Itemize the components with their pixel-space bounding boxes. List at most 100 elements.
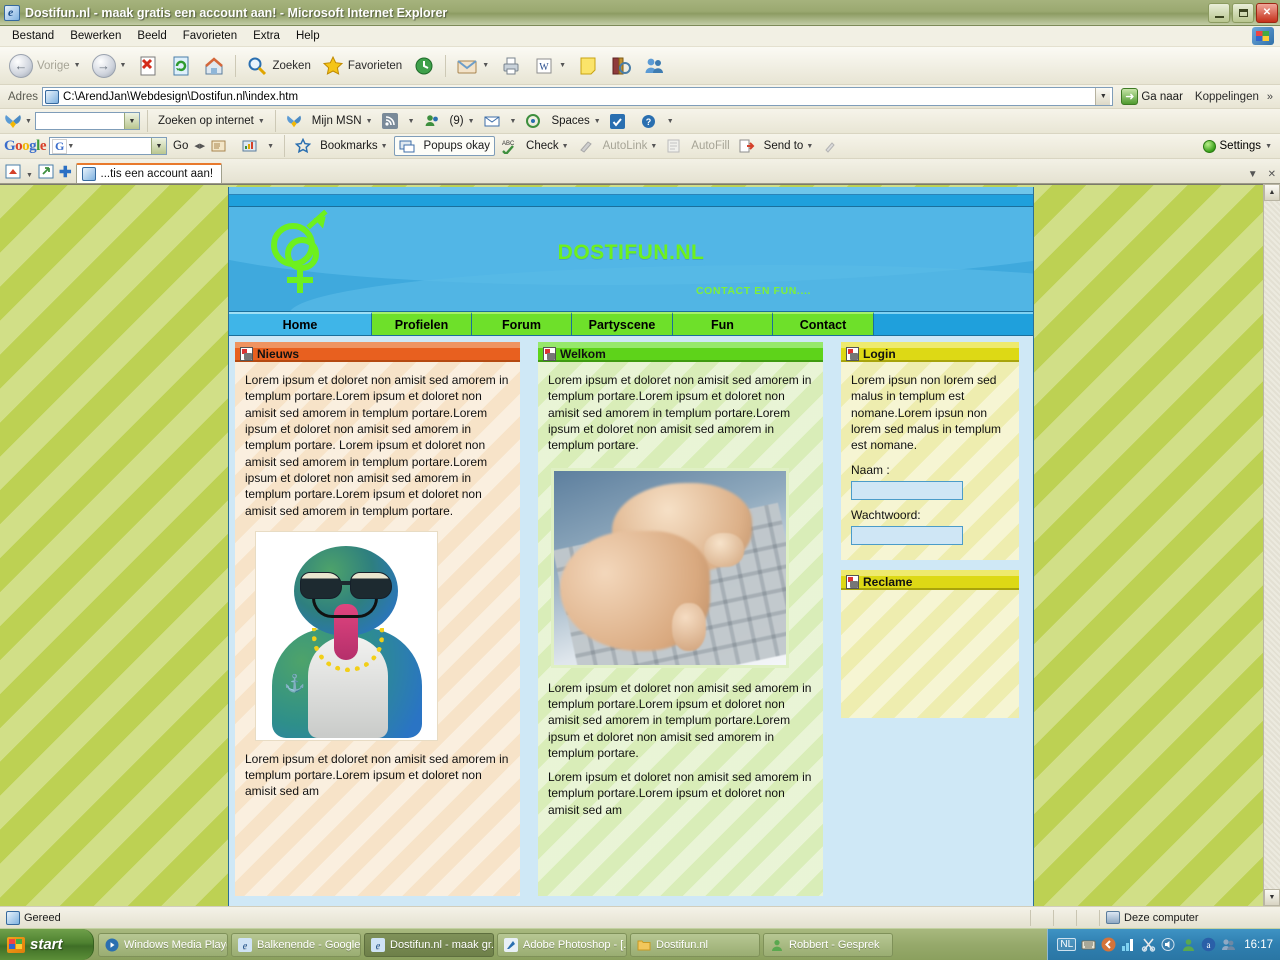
notes-button[interactable] bbox=[572, 52, 604, 80]
tab-close-icon[interactable]: ✕ bbox=[1268, 169, 1276, 180]
mail-button[interactable]: ▼ bbox=[451, 52, 494, 80]
msn-search-input[interactable]: ▼ bbox=[34, 112, 140, 130]
chevron-down-icon[interactable]: ▼ bbox=[667, 118, 674, 125]
links-button[interactable]: Koppelingen bbox=[1191, 91, 1263, 103]
msn-search-dropdown-icon[interactable]: ▼ bbox=[123, 113, 139, 129]
research-button[interactable] bbox=[605, 52, 637, 80]
chevron-down-icon[interactable]: ▼ bbox=[67, 143, 74, 150]
new-tab-button[interactable]: ✚ bbox=[59, 163, 72, 181]
contacts-button[interactable]: (9) ▼ bbox=[421, 111, 478, 131]
chevron-down-icon[interactable]: ▼ bbox=[510, 118, 517, 125]
google-search-input[interactable]: G ▼ ▼ bbox=[49, 137, 168, 155]
nav-item-home[interactable]: Home bbox=[229, 312, 372, 335]
tab-dropdown-icon[interactable]: ▼ bbox=[1248, 169, 1258, 180]
msn-web-search-button[interactable]: Zoeken op internet ▼ bbox=[155, 113, 268, 129]
login-password-input[interactable] bbox=[851, 526, 963, 546]
tab-list-icon[interactable] bbox=[37, 163, 55, 180]
address-input[interactable]: C:\ArendJan\Webdesign\Dostifun.nl\index.… bbox=[42, 87, 1114, 106]
chevron-down-icon[interactable]: ▼ bbox=[468, 118, 475, 125]
menu-item-bewerken[interactable]: Bewerken bbox=[62, 28, 129, 44]
clock[interactable]: 16:17 bbox=[1244, 939, 1273, 951]
network-activity-icon[interactable] bbox=[1121, 937, 1136, 952]
chevron-down-icon[interactable]: ▼ bbox=[1265, 143, 1272, 150]
google-news-button[interactable] bbox=[208, 136, 236, 156]
keyboard-icon[interactable] bbox=[1081, 937, 1096, 952]
chevron-down-icon[interactable]: ▼ bbox=[25, 118, 32, 125]
google-autolink-button[interactable]: AutoLink ▼ bbox=[575, 136, 661, 156]
volume-icon[interactable] bbox=[1161, 937, 1176, 952]
back-button[interactable]: ← Vorige ▼ bbox=[4, 51, 86, 81]
nav-item-profielen[interactable]: Profielen bbox=[372, 312, 472, 335]
task-button-dostifun-folder[interactable]: Dostifun.nl bbox=[630, 932, 760, 957]
scroll-up-button[interactable]: ▲ bbox=[1264, 184, 1280, 201]
vertical-scrollbar[interactable]: ▲ ▼ bbox=[1263, 184, 1280, 906]
google-bookmarks-button[interactable]: Bookmarks ▼ bbox=[292, 136, 390, 156]
spaces-button[interactable]: Spaces ▼ bbox=[522, 111, 603, 131]
forward-button[interactable]: → ▼ bbox=[87, 51, 132, 81]
home-button[interactable] bbox=[198, 52, 230, 80]
minimize-button[interactable] bbox=[1208, 2, 1230, 23]
chevron-down-icon[interactable]: ▼ bbox=[408, 118, 415, 125]
chevron-down-icon[interactable]: ▼ bbox=[381, 143, 388, 150]
task-button-messenger-chat[interactable]: Robbert - Gesprek bbox=[763, 932, 893, 957]
messenger-button[interactable] bbox=[638, 52, 670, 80]
security-zone-cell[interactable]: Deze computer bbox=[1100, 907, 1280, 928]
history-button[interactable] bbox=[408, 52, 440, 80]
msn-check-button[interactable] bbox=[607, 112, 635, 131]
edit-button[interactable]: W ▼ bbox=[528, 52, 571, 80]
msn-help-button[interactable]: ? ▼ bbox=[638, 112, 677, 131]
task-button-dostifun-ie[interactable]: e Dostifun.nl - maak gr... bbox=[364, 932, 494, 957]
menu-item-extra[interactable]: Extra bbox=[245, 28, 288, 44]
quick-tabs-icon[interactable] bbox=[4, 163, 22, 180]
address-dropdown-icon[interactable]: ▼ bbox=[1095, 88, 1111, 105]
show-hidden-icons-button[interactable] bbox=[1101, 937, 1116, 952]
start-button[interactable]: start bbox=[0, 929, 94, 960]
nav-item-partyscene[interactable]: Partyscene bbox=[572, 312, 673, 335]
menu-item-bestand[interactable]: Bestand bbox=[4, 28, 62, 44]
search-button[interactable]: Zoeken bbox=[241, 52, 315, 80]
login-name-input[interactable] bbox=[851, 480, 963, 500]
browser-tab[interactable]: ...tis een account aan! bbox=[75, 163, 223, 183]
google-go-button[interactable]: Go bbox=[170, 138, 191, 154]
scroll-down-button[interactable]: ▼ bbox=[1264, 889, 1280, 906]
google-settings-button[interactable]: Settings ▼ bbox=[1202, 139, 1277, 153]
messenger-tray-icon[interactable] bbox=[1181, 937, 1196, 952]
msn-mail-button[interactable]: ▼ bbox=[481, 111, 520, 131]
toolbar-overflow-icon[interactable]: » bbox=[1267, 91, 1276, 103]
task-button-photoshop[interactable]: Adobe Photoshop - [... bbox=[497, 932, 627, 957]
acrobat-tray-icon[interactable]: a bbox=[1201, 937, 1216, 952]
my-msn-button[interactable]: Mijn MSN ▼ bbox=[283, 111, 376, 131]
nav-item-forum[interactable]: Forum bbox=[472, 312, 572, 335]
print-button[interactable] bbox=[495, 52, 527, 80]
close-button[interactable]: ✕ bbox=[1256, 2, 1278, 23]
google-search-dropdown-icon[interactable]: ▼ bbox=[151, 138, 167, 154]
chevron-down-icon[interactable]: ▼ bbox=[258, 118, 265, 125]
google-highlight-button[interactable] bbox=[819, 136, 847, 156]
chevron-down-icon[interactable]: ▼ bbox=[562, 143, 569, 150]
chevron-down-icon[interactable]: ▼ bbox=[26, 172, 33, 179]
task-button-balkenende[interactable]: e Balkenende - Google ... bbox=[231, 932, 361, 957]
refresh-button[interactable] bbox=[165, 52, 197, 80]
chevron-down-icon[interactable]: ▼ bbox=[806, 143, 813, 150]
go-button[interactable]: ➜ Ga naar bbox=[1117, 88, 1187, 105]
scissors-icon[interactable] bbox=[1141, 937, 1156, 952]
menu-item-help[interactable]: Help bbox=[288, 28, 328, 44]
task-button-wmp[interactable]: Windows Media Player bbox=[98, 932, 228, 957]
language-indicator[interactable]: NL bbox=[1057, 938, 1077, 951]
google-sendto-button[interactable]: Send to ▼ bbox=[736, 136, 817, 156]
google-popups-button[interactable]: Popups okay bbox=[393, 136, 496, 156]
chevron-down-icon[interactable]: ▼ bbox=[267, 143, 274, 150]
menu-item-beeld[interactable]: Beeld bbox=[129, 28, 174, 44]
chevron-right-icon[interactable]: ◀▶ bbox=[194, 142, 205, 150]
google-pagerank-button[interactable]: ▼ bbox=[239, 136, 277, 156]
favorites-button[interactable]: Favorieten bbox=[317, 52, 407, 80]
nav-item-fun[interactable]: Fun bbox=[673, 312, 773, 335]
chevron-down-icon[interactable]: ▼ bbox=[594, 118, 601, 125]
scroll-track[interactable] bbox=[1264, 201, 1280, 889]
menu-item-favorieten[interactable]: Favorieten bbox=[175, 28, 245, 44]
restore-button[interactable] bbox=[1232, 2, 1254, 23]
google-autofill-button[interactable]: AutoFill bbox=[663, 136, 732, 156]
google-check-button[interactable]: ABC Check ▼ bbox=[498, 136, 572, 156]
chevron-down-icon[interactable]: ▼ bbox=[366, 118, 373, 125]
chevron-down-icon[interactable]: ▼ bbox=[650, 143, 657, 150]
